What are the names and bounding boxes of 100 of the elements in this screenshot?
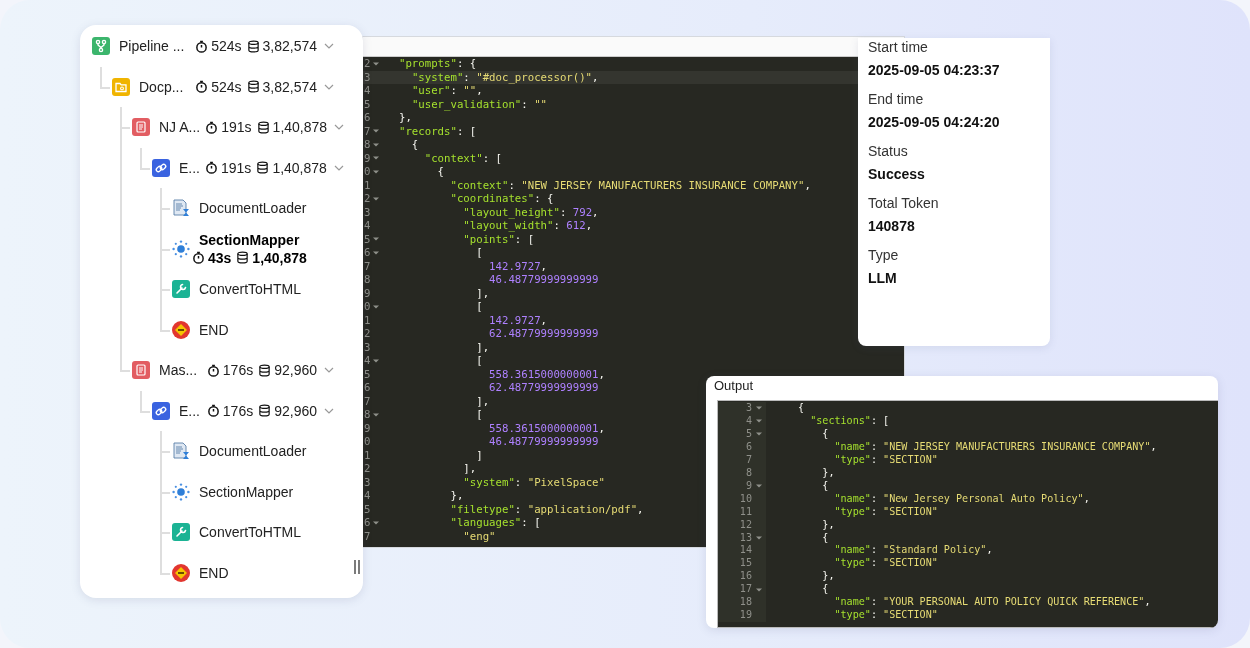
tree-item-label[interactable]: Pipeline ... xyxy=(119,38,191,55)
line-number: 7 xyxy=(364,394,371,408)
fold-arrow-icon[interactable] xyxy=(756,418,762,425)
line-number: 19 xyxy=(739,609,752,623)
token-count: 92,960 xyxy=(274,362,317,379)
stopwatch-icon xyxy=(206,404,220,418)
field-label: Start time xyxy=(868,38,929,56)
tree-item-label[interactable]: ConvertToHTML xyxy=(199,281,301,298)
code-line: ], xyxy=(475,340,490,354)
token-count: 3,82,574 xyxy=(262,78,317,95)
fold-arrow-icon[interactable] xyxy=(756,535,762,541)
code-line: [ xyxy=(475,300,483,314)
line-number: 4 xyxy=(745,414,752,428)
token-count: 92,960 xyxy=(274,402,317,419)
line-number: 6 xyxy=(364,516,371,530)
line-number: 3 xyxy=(364,205,371,219)
link-icon xyxy=(152,401,170,420)
field-label: Type xyxy=(868,246,900,264)
duration-text: 43s xyxy=(208,249,232,266)
resize-handle-icon[interactable] xyxy=(353,560,361,574)
line-number: 11 xyxy=(739,505,752,519)
code-line: }, xyxy=(821,518,835,532)
fold-arrow-icon[interactable] xyxy=(373,236,380,243)
line-number: 3 xyxy=(364,340,371,354)
line-number: 5 xyxy=(745,427,752,441)
fold-arrow-icon[interactable] xyxy=(373,195,380,202)
fold-arrow-icon[interactable] xyxy=(756,586,762,593)
database-icon xyxy=(256,120,270,134)
fold-arrow-icon[interactable] xyxy=(373,303,380,310)
fold-arrow-icon[interactable] xyxy=(373,141,380,148)
line-number: 5 xyxy=(364,97,371,111)
fold-arrow-icon[interactable] xyxy=(373,411,380,418)
line-number: 6 xyxy=(364,381,371,395)
line-number: 9 xyxy=(364,286,371,300)
code-line: "points": [ xyxy=(462,232,535,246)
fold-arrow-icon[interactable] xyxy=(373,155,380,162)
fold-arrow-icon[interactable] xyxy=(373,357,380,364)
tree-item-label[interactable]: ConvertToHTML xyxy=(199,524,301,541)
fold-arrow-icon[interactable] xyxy=(373,519,380,526)
branch-icon xyxy=(92,37,110,56)
tree-item-label[interactable]: SectionMapper xyxy=(199,483,294,500)
code-line: { xyxy=(797,402,805,415)
line-number: 4 xyxy=(364,219,371,233)
code-line: ], xyxy=(462,462,477,476)
code-line: "sections": [ xyxy=(809,414,890,428)
field-label: Status xyxy=(868,142,909,160)
tree-item-label[interactable]: E... xyxy=(179,402,202,419)
tree-item-label[interactable]: E... xyxy=(179,159,200,176)
tree-item-label[interactable]: DocumentLoader xyxy=(199,443,307,460)
code-line: "context": "NEW JERSEY MANUFACTURERS INSURANCE COMPANY", xyxy=(449,178,811,192)
code-line: "context": [ xyxy=(423,151,502,165)
duration-text: 524s xyxy=(211,78,242,95)
fold-arrow-icon[interactable] xyxy=(373,168,380,175)
fold-arrow-icon[interactable] xyxy=(373,249,380,256)
code-line: { xyxy=(821,531,829,545)
tree-item-label[interactable]: SectionMapper xyxy=(199,231,307,248)
code-line: "coordinates": { xyxy=(449,192,554,206)
line-number: 2 xyxy=(364,327,371,341)
code-line: "languages": [ xyxy=(449,516,541,530)
tree-item-label[interactable]: NJ A... xyxy=(159,119,201,136)
line-number: 10 xyxy=(739,492,752,506)
line-number: 3 xyxy=(364,70,371,84)
duration-text: 191s xyxy=(221,119,252,136)
stopwatch-icon xyxy=(205,161,218,175)
field-label: Total Token xyxy=(868,194,940,212)
road-sign-icon xyxy=(172,320,190,339)
line-number: 0 xyxy=(364,435,371,449)
fold-arrow-icon[interactable] xyxy=(756,431,762,438)
fold-arrow-icon[interactable] xyxy=(756,405,762,412)
fold-arrow-icon[interactable] xyxy=(756,483,762,490)
tree-item-label[interactable]: DocumentLoader xyxy=(199,200,307,217)
tree-item-label[interactable]: Mas... xyxy=(159,362,202,379)
code-line: "name": "New Jersey Personal Auto Policy", xyxy=(833,492,1090,506)
code-line: ], xyxy=(475,286,490,300)
line-number: 1 xyxy=(364,448,371,462)
code-line: }, xyxy=(821,466,835,480)
line-number: 14 xyxy=(739,544,752,558)
field-value: 2025-09-05 04:24:20 xyxy=(868,113,1001,131)
code-line: "type": "SECTION" xyxy=(833,505,938,519)
line-number: 6 xyxy=(364,111,371,125)
line-number: 2 xyxy=(364,57,371,71)
stopwatch-icon xyxy=(195,39,209,53)
fold-arrow-icon[interactable] xyxy=(373,60,380,67)
code-line: }, xyxy=(821,570,835,584)
duration-text: 176s xyxy=(222,362,254,379)
code-line: 46.48779999999999 xyxy=(488,435,599,449)
field-value: LLM xyxy=(868,269,898,287)
line-number: 4 xyxy=(364,84,371,98)
line-number: 13 xyxy=(739,531,752,545)
folder-icon xyxy=(112,77,130,96)
tree-item-label[interactable]: Docp... xyxy=(139,78,191,95)
field-value: Success xyxy=(868,165,926,183)
line-number: 8 xyxy=(745,466,752,480)
tree-item-label[interactable]: END xyxy=(199,321,229,338)
fold-arrow-icon[interactable] xyxy=(373,128,380,135)
panel-title: Output xyxy=(714,378,754,393)
line-number: 6 xyxy=(364,246,371,260)
tree-item-label[interactable]: END xyxy=(199,564,229,581)
code-line: { xyxy=(821,427,829,441)
line-number: 9 xyxy=(364,421,371,435)
